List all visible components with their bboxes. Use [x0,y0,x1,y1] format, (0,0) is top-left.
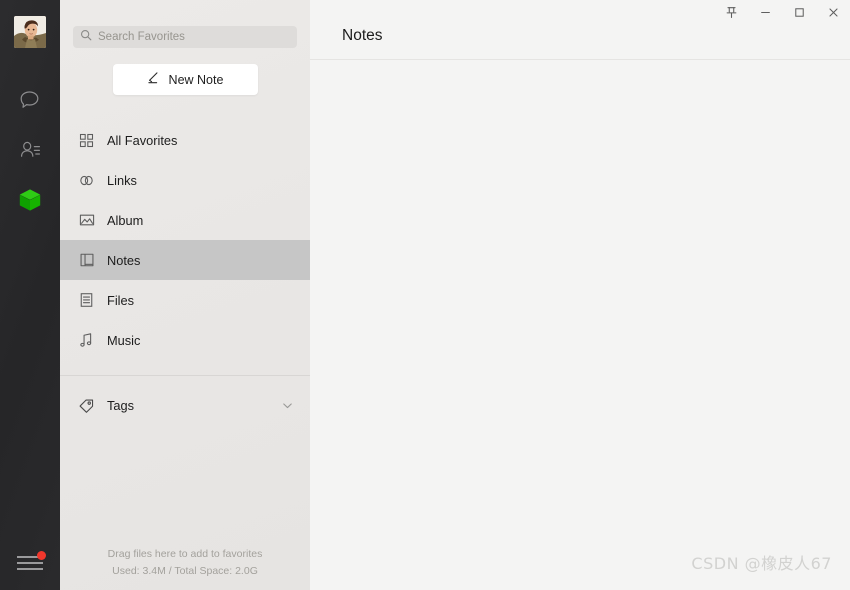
tag-icon [78,397,95,414]
pin-button[interactable] [714,0,748,28]
minimize-button[interactable] [748,0,782,28]
notification-badge [37,551,46,560]
book-icon [78,252,95,268]
sidebar-item-links[interactable]: Links [60,160,310,200]
drag-hint-text: Drag files here to add to favorites [107,548,263,560]
music-icon [78,332,95,348]
cube-icon [17,187,43,213]
main-titlebar: Notes [310,0,850,60]
sidebar-item-music[interactable]: Music [60,320,310,360]
maximize-icon [793,6,806,22]
search-container [60,0,310,48]
tags-label: Tags [107,397,135,413]
chat-icon [18,88,42,112]
chevron-down-icon[interactable] [281,399,294,412]
sidebar-item-label: Notes [107,252,141,268]
file-icon [78,292,95,308]
rail-item-favorites[interactable] [0,175,60,225]
sidebar-nav: All Favorites Links Album Notes Files Mu… [60,120,310,360]
avatar-illustration [14,16,46,48]
new-note-label: New Note [168,72,224,87]
search-icon [80,28,92,46]
sidebar-item-label: Album [107,212,144,228]
contacts-icon [18,138,42,162]
sidebar-item-album[interactable]: Album [60,200,310,240]
grid-icon [78,133,95,148]
minimize-icon [759,6,772,22]
rail-menu-button[interactable] [0,542,60,582]
maximize-button[interactable] [782,0,816,28]
pencil-icon [147,71,161,88]
watermark: CSDN @橡皮人67 [691,554,832,573]
app-rail [0,0,60,590]
sidebar-footer: Drag files here to add to favorites Used… [60,546,310,580]
rail-item-chat[interactable] [0,75,60,125]
search-input[interactable] [98,31,290,43]
rail-item-contacts[interactable] [0,125,60,175]
close-icon [827,6,840,22]
pin-icon [725,6,738,22]
new-note-button[interactable]: New Note [112,64,258,95]
avatar[interactable] [14,16,46,48]
search-box[interactable] [73,26,297,48]
window-controls [714,0,850,28]
hamburger-menu-icon [17,551,46,570]
sidebar-item-label: All Favorites [107,132,178,148]
sidebar-item-all-favorites[interactable]: All Favorites [60,120,310,160]
link-icon [78,172,95,189]
sidebar-item-label: Files [107,292,135,308]
sidebar-divider [60,375,310,376]
sidebar-item-label: Music [107,332,141,348]
favorites-sidebar: New Note All Favorites [60,0,310,590]
sidebar-item-notes[interactable]: Notes [60,240,310,280]
sidebar-item-files[interactable]: Files [60,280,310,320]
page-title: Notes [342,27,383,44]
notes-content-area: CSDN @橡皮人67 [310,60,850,590]
app-window: New Note All Favorites [0,0,850,590]
storage-text: Used: 3.4M / Total Space: 2.0G [112,565,258,577]
new-note-container: New Note [60,48,310,95]
sidebar-item-label: Links [107,172,137,188]
main-panel: Notes CSDN @橡皮人67 [310,0,850,590]
album-icon [78,212,95,228]
close-button[interactable] [816,0,850,28]
sidebar-section-tags[interactable]: Tags [60,386,310,424]
